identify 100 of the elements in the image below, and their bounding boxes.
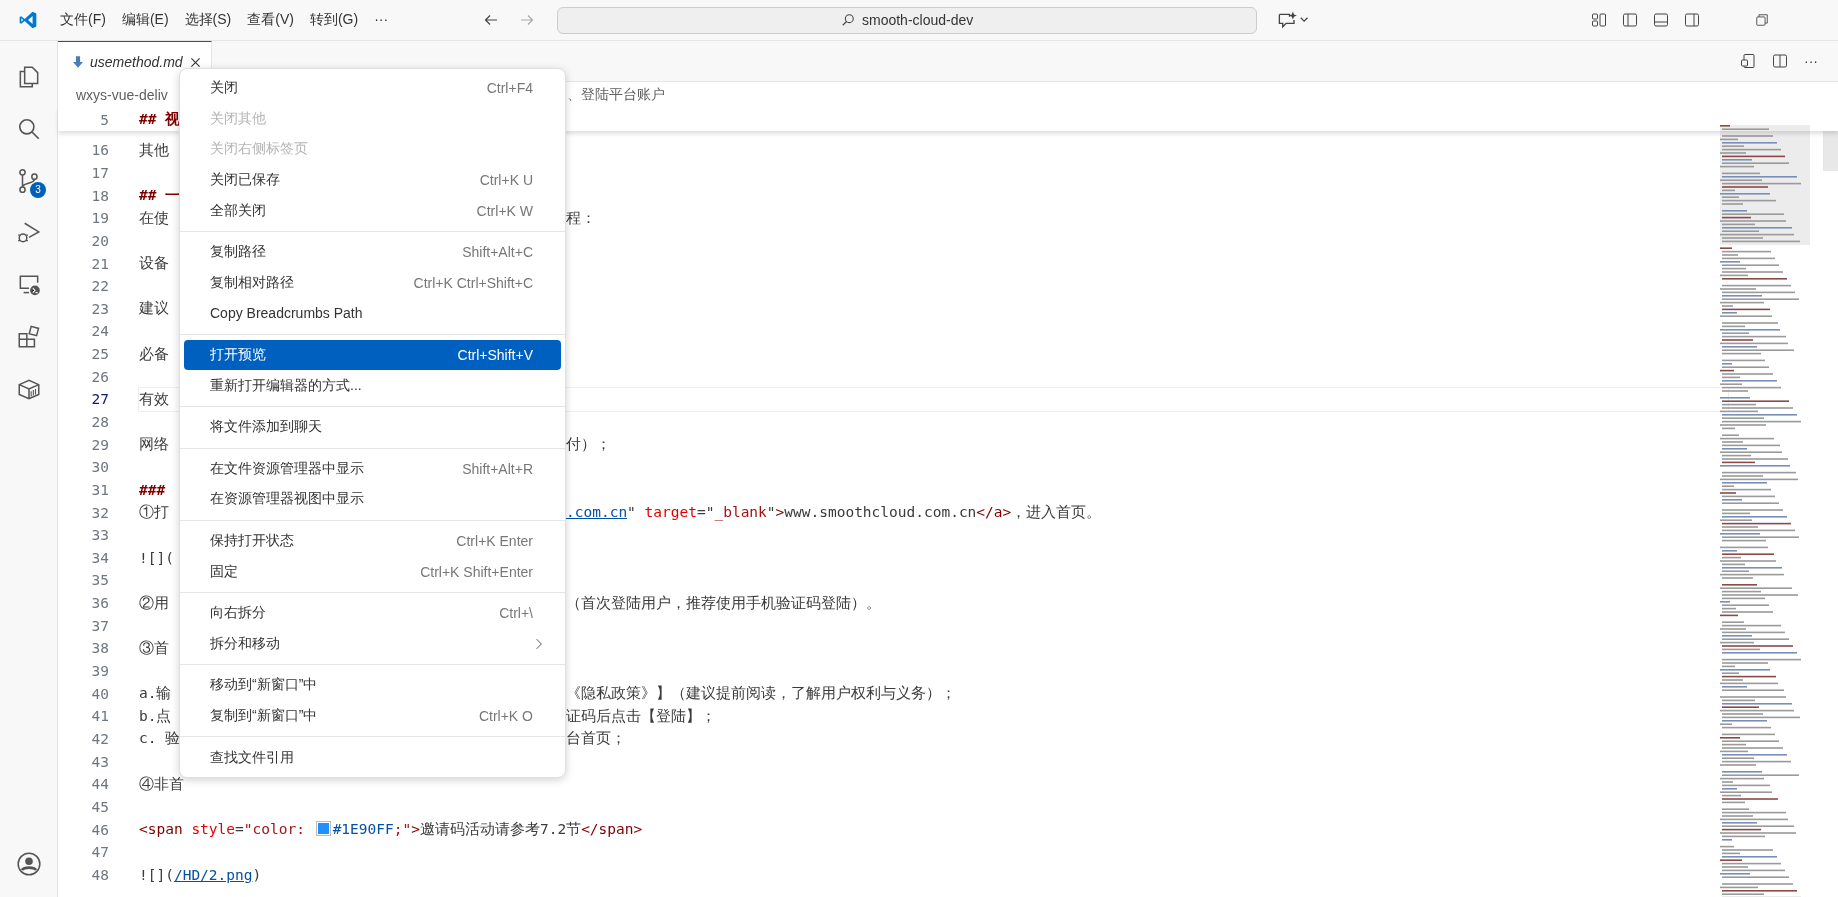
code-text: </span> [581,821,643,838]
panel-toggle-icon[interactable] [1653,12,1669,28]
line-number: 17 [90,164,109,181]
open-preview-icon[interactable] [1740,53,1756,69]
code-text: 建议 [139,300,169,317]
code-text: " [766,504,776,521]
line-number: 36 [90,595,109,612]
line-number: 22 [90,278,109,295]
code-text: 台首页； [566,730,626,747]
count-badge: 3 [30,182,46,198]
line-number: 31 [90,481,109,498]
code-text: ### [139,481,166,498]
code-text: 其他 [139,141,169,158]
code-text: <span [139,821,184,838]
code-text: =" [696,504,715,521]
code-text: 证码后点击【登陆】； [566,707,716,724]
code-text: ) [252,866,262,883]
code-text: 程： [566,209,596,226]
menu-item[interactable]: 拆分和移动 [184,628,561,660]
menu-item[interactable]: 复制相对路径 Ctrl+K Ctrl+Shift+C [184,267,561,299]
sidebar-toggle-icon[interactable] [1622,12,1638,28]
minimap-drawing[interactable] [1720,125,1810,897]
menu-item[interactable]: 移动到“新窗口”中 [184,670,561,701]
line-number: 23 [90,300,109,317]
code-text: 有效 [139,390,169,407]
line-number: 37 [90,617,109,634]
code-text: ;" [393,821,412,838]
code-text: > [411,821,420,838]
code-text: 设备 [139,255,169,271]
restore-icon[interactable] [1755,13,1769,27]
line-number: 39 [90,663,109,680]
code-text: ## 一 [139,187,181,204]
line-number: 40 [90,685,109,702]
search-icon [841,13,855,27]
menu-item[interactable]: 保持打开状态 Ctrl+K Enter [184,525,561,557]
search-field[interactable]: smooth-cloud-dev [557,6,1258,34]
code-text: c. 验 [139,730,181,747]
menu-item[interactable]: 全部关闭 Ctrl+K W [184,195,561,226]
code-text: #1E90FF [332,821,394,838]
code-text: a.输 [139,685,172,702]
close-icon[interactable] [189,56,201,68]
menu-item[interactable]: 转到(G) [301,7,367,33]
back-arrow-icon[interactable] [483,12,500,28]
color-swatch[interactable] [316,822,330,836]
menu-item[interactable]: 关闭已保存 Ctrl+K U [184,164,561,196]
menu-item[interactable]: 在文件资源管理器中显示 Shift+Alt+R [184,453,561,485]
secondary-sidebar-icon[interactable] [1684,12,1700,28]
code-text: target [644,504,697,521]
menu-item[interactable]: 固定 Ctrl+K Shift+Enter [184,556,561,587]
line-number: 32 [90,504,109,521]
layout-icon[interactable] [1591,12,1607,28]
split-editor-icon[interactable] [1772,53,1788,69]
account-icon[interactable] [15,851,42,877]
line-number: 26 [90,368,109,385]
line-number: 30 [90,459,109,476]
line-number: 29 [90,436,109,453]
menu-item[interactable]: 向右拆分 Ctrl+\ [184,597,561,629]
menu-item[interactable]: 查看(V) [239,7,302,33]
code-text: www.smoothcloud.com.cn [784,504,977,521]
menu-item[interactable]: 复制路径 Shift+Alt+C [184,236,561,268]
app-logo-icon [18,10,38,30]
line-number: 21 [90,255,109,272]
code-text: ，进入首页。 [1011,504,1102,521]
menu-item[interactable]: 选择(S) [176,7,240,33]
code-text: （首次登陆用户，推荐使用手机验证码登陆）。 [566,594,881,611]
code-text: ①打 [139,504,169,521]
code-text: style [191,821,236,838]
menu-item[interactable]: 打开预览 Ctrl+Shift+V [184,339,561,371]
code-text: "color: [243,821,306,838]
menu-item[interactable]: ··· [366,7,397,33]
menu-item[interactable]: 复制到“新窗口”中 Ctrl+K O [184,700,561,732]
scrollbar[interactable] [1823,131,1838,171]
menu-item[interactable]: 在资源管理器视图中显示 [184,484,561,515]
code-text: 网络 [139,436,169,453]
code-text: ②用 [139,594,169,611]
menu-item[interactable]: Copy Breadcrumbs Path [184,298,561,329]
code-text: ④非首 [139,775,184,792]
extensions-icon[interactable] [15,324,42,350]
line-number: 38 [90,640,109,657]
code-text: _blank [714,504,767,521]
menu-item[interactable]: 查找文件引用 [184,742,561,773]
more-actions-button[interactable]: ··· [1804,53,1818,69]
line-number: 25 [90,346,109,363]
line-number: 20 [90,232,109,249]
editor-tab[interactable]: usemethod.md [58,41,212,82]
line-number: 46 [90,821,109,838]
code-text: b.点 [139,707,172,724]
menu-item[interactable]: 重新打开编辑器的方式... [184,370,561,401]
code-text: 邀请码活动请参考7.2节 [419,821,582,838]
menu-item[interactable]: 文件(F) [52,7,114,33]
menu-item[interactable]: 编辑(E) [113,7,177,33]
code-text: ③首 [139,639,169,656]
code-text: ![]( [139,549,174,566]
menu-item[interactable]: 将文件添加到聊天 [184,411,561,443]
line-number: 42 [90,730,109,747]
line-number: 18 [90,187,109,204]
breadcrumb-item[interactable]: 、登陆平台账户 [567,86,665,104]
line-number: 48 [90,866,109,883]
line-number: 27 [90,391,109,408]
code-text: " [627,504,637,521]
